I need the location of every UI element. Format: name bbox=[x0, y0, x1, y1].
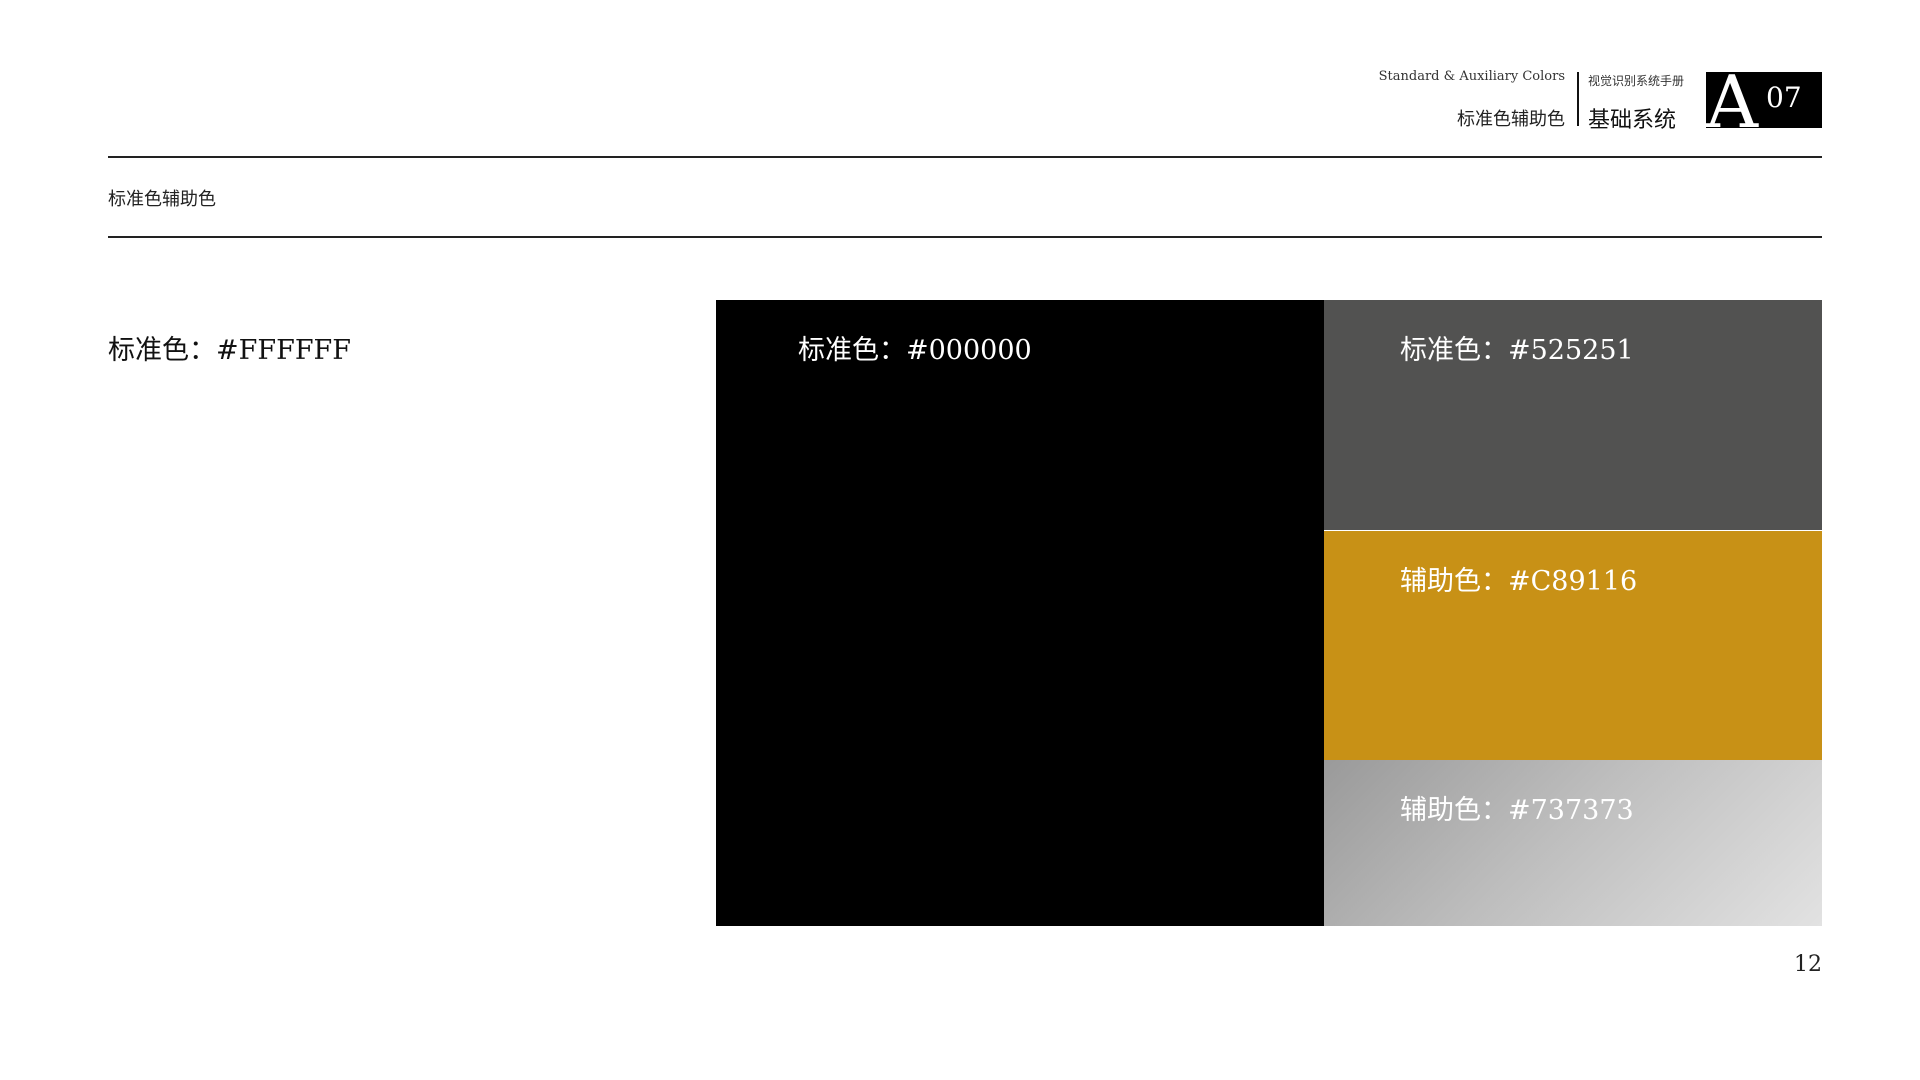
section-rule bbox=[108, 236, 1822, 238]
top-rule bbox=[108, 156, 1822, 158]
section-name: 基础系统 bbox=[1588, 108, 1677, 133]
gray-swatch-label: 标准色：#525251 bbox=[1400, 335, 1634, 366]
page-number: 12 bbox=[1794, 952, 1822, 977]
gold-swatch: 辅助色：#C89116 bbox=[1324, 531, 1822, 760]
white-swatch-label: 标准色：#FFFFFF bbox=[108, 335, 352, 366]
silver-swatch: 辅助色：#737373 bbox=[1324, 760, 1822, 926]
gold-swatch-label: 辅助色：#C89116 bbox=[1400, 566, 1638, 597]
black-swatch: 标准色：#000000 bbox=[716, 300, 1324, 926]
chapter-letter: A bbox=[1706, 72, 1758, 128]
black-swatch-label: 标准色：#000000 bbox=[798, 335, 1032, 366]
header-chinese-title: 标准色辅助色 bbox=[1457, 109, 1565, 130]
chapter-badge: A 07 bbox=[1706, 72, 1822, 128]
header-english-title: Standard & Auxiliary Colors bbox=[1378, 69, 1565, 84]
gray-swatch: 标准色：#525251 bbox=[1324, 300, 1822, 530]
chapter-number: 07 bbox=[1766, 81, 1802, 114]
manual-title: 视觉识别系统手册 bbox=[1588, 74, 1685, 88]
silver-swatch-label: 辅助色：#737373 bbox=[1400, 795, 1634, 826]
section-title: 标准色辅助色 bbox=[108, 189, 216, 210]
header-divider bbox=[1577, 72, 1579, 126]
